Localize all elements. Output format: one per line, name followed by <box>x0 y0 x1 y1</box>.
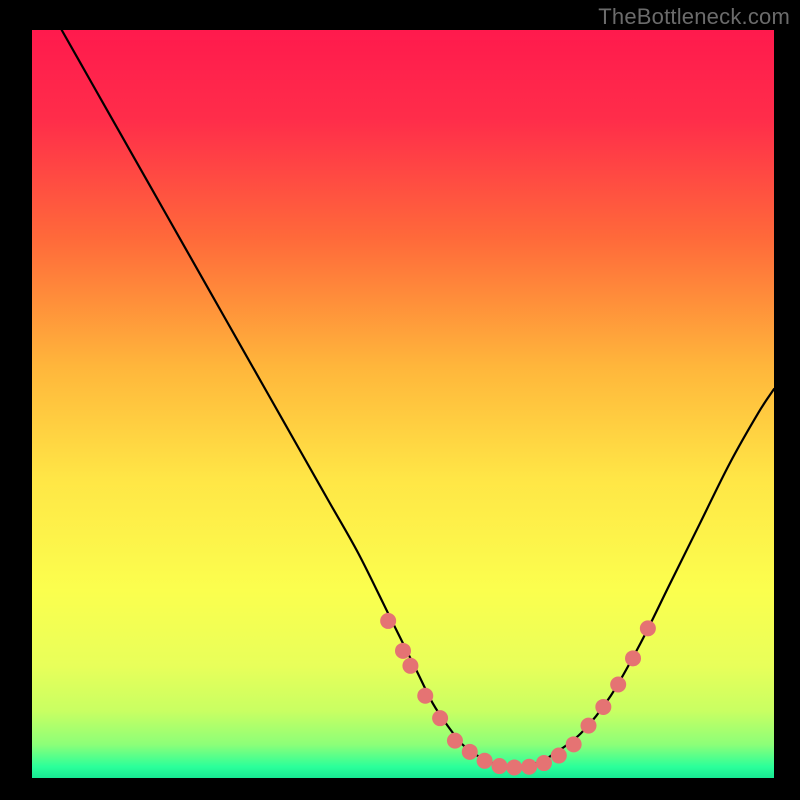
marker-point <box>506 760 522 776</box>
marker-point <box>610 677 626 693</box>
marker-point <box>581 718 597 734</box>
marker-point <box>402 658 418 674</box>
marker-point <box>395 643 411 659</box>
bottleneck-chart <box>0 0 800 800</box>
chart-stage: TheBottleneck.com <box>0 0 800 800</box>
marker-point <box>447 733 463 749</box>
marker-point <box>521 759 537 775</box>
marker-point <box>380 613 396 629</box>
marker-point <box>432 710 448 726</box>
marker-point <box>595 699 611 715</box>
marker-point <box>491 758 507 774</box>
marker-point <box>551 748 567 764</box>
marker-point <box>566 736 582 752</box>
marker-point <box>640 620 656 636</box>
marker-point <box>417 688 433 704</box>
marker-point <box>625 650 641 666</box>
marker-point <box>536 755 552 771</box>
marker-point <box>462 744 478 760</box>
marker-point <box>477 753 493 769</box>
